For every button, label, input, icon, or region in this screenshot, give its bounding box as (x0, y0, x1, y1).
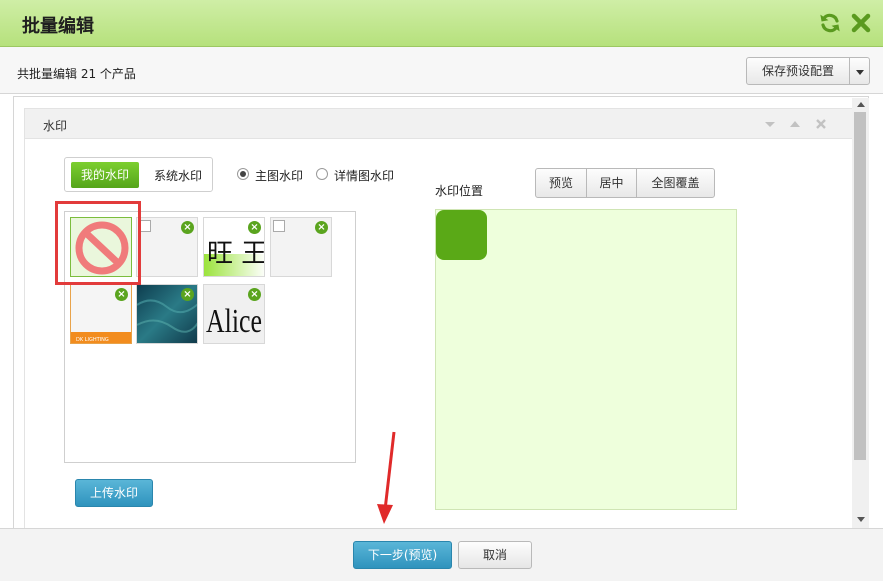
close-icon[interactable] (849, 11, 873, 35)
radio-label: 详情图水印 (334, 169, 395, 183)
radio-button-unchecked[interactable] (316, 168, 328, 180)
delete-icon[interactable]: × (181, 221, 194, 234)
watermark-item[interactable]: Alice × (203, 284, 265, 344)
close-icon[interactable] (814, 117, 828, 131)
upload-watermark-button[interactable]: 上传水印 (75, 479, 153, 507)
save-preset-button[interactable]: 保存预设配置 (746, 57, 850, 85)
cancel-button[interactable]: 取消 (458, 541, 532, 569)
watermark-position-canvas[interactable] (435, 209, 737, 510)
watermark-item[interactable]: × (136, 217, 198, 277)
watermark-position-label: 水印位置 (435, 184, 484, 198)
watermark-item[interactable]: × (136, 284, 198, 344)
watermark-item[interactable]: × (270, 217, 332, 277)
chevron-up-icon[interactable] (788, 117, 802, 131)
watermark-source-tabs: 我的水印 系统水印 (64, 157, 213, 192)
vertical-scrollbar[interactable] (852, 98, 869, 528)
thumbnail-text: 旺 王 (207, 239, 265, 269)
watermark-item[interactable]: 旺 王 × (203, 217, 265, 277)
delete-icon[interactable]: × (315, 221, 328, 234)
thumbnail-text: DK LIGHTING (76, 337, 109, 343)
scrollbar-thumb[interactable] (854, 112, 866, 460)
thumbnail-text: Alice (206, 303, 262, 340)
broken-image-icon (273, 220, 285, 232)
refresh-icon[interactable] (818, 11, 842, 35)
watermark-item[interactable]: DK LIGHTING × (70, 284, 132, 344)
radio-button-checked[interactable] (237, 168, 249, 180)
delete-icon[interactable]: × (115, 288, 128, 301)
center-button[interactable]: 居中 (586, 168, 637, 198)
tab-my-watermarks[interactable]: 我的水印 (71, 162, 139, 188)
preview-button[interactable]: 预览 (535, 168, 587, 198)
save-preset-dropdown-toggle[interactable] (849, 57, 870, 85)
tab-system-watermarks[interactable]: 系统水印 (145, 162, 211, 188)
dialog-footer: 下一步(预览) 取消 (0, 528, 883, 581)
toolbar: 共批量编辑 21 个产品 保存预设配置 (0, 47, 883, 94)
selected-watermark-highlight (55, 201, 141, 285)
full-cover-button[interactable]: 全图覆盖 (636, 168, 715, 198)
scroll-down-arrow-icon[interactable] (857, 517, 865, 522)
delete-icon[interactable]: × (181, 288, 194, 301)
watermark-position-handle[interactable] (436, 210, 487, 260)
scroll-up-arrow-icon[interactable] (857, 102, 865, 107)
chevron-down-icon[interactable] (763, 117, 777, 131)
dialog-title: 批量编辑 (22, 16, 94, 37)
delete-icon[interactable]: × (248, 221, 261, 234)
product-count-label: 共批量编辑 21 个产品 (17, 67, 136, 81)
delete-icon[interactable]: × (248, 288, 261, 301)
radio-label: 主图水印 (255, 169, 304, 183)
dialog-titlebar: 批量编辑 (0, 0, 883, 47)
panel-header: 水印 (25, 109, 854, 139)
panel-title: 水印 (43, 119, 68, 133)
next-preview-button[interactable]: 下一步(预览) (353, 541, 452, 569)
